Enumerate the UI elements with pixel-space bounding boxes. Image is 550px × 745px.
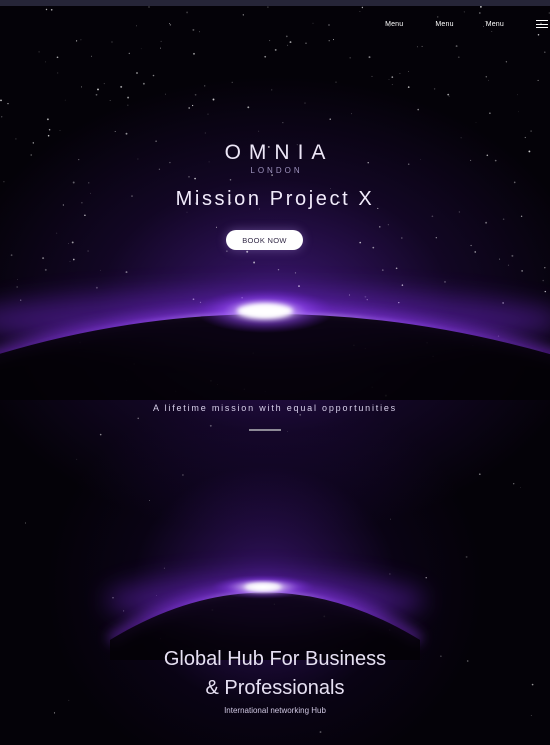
hero-title: Mission Project X [175, 188, 375, 210]
tagline: A lifetime mission with equal opportunit… [153, 403, 397, 413]
hub-heading: Global Hub For Business & Professionals [0, 645, 550, 703]
nav-item-menu-1[interactable]: Menu [385, 21, 403, 28]
section-divider [249, 429, 281, 431]
planet-horizons [0, 289, 550, 660]
brand-logo[interactable]: OMNIA LONDON [0, 141, 550, 175]
brand-name: OMNIA [224, 141, 334, 164]
planet-horizon-top [0, 289, 550, 400]
book-now-button[interactable]: BOOK NOW [226, 230, 303, 250]
nav-item-menu-3[interactable]: Menu [486, 21, 504, 28]
nav-item-menu-2[interactable]: Menu [435, 21, 453, 28]
hub-subtitle: International networking Hub [224, 706, 326, 715]
top-navigation: Menu Menu Menu [385, 12, 550, 36]
brand-subtitle: LONDON [250, 166, 303, 175]
hub-heading-line-1: Global Hub For Business [163, 648, 387, 670]
hamburger-icon[interactable] [536, 20, 548, 28]
hub-heading-line-2: & Professionals [205, 677, 345, 699]
